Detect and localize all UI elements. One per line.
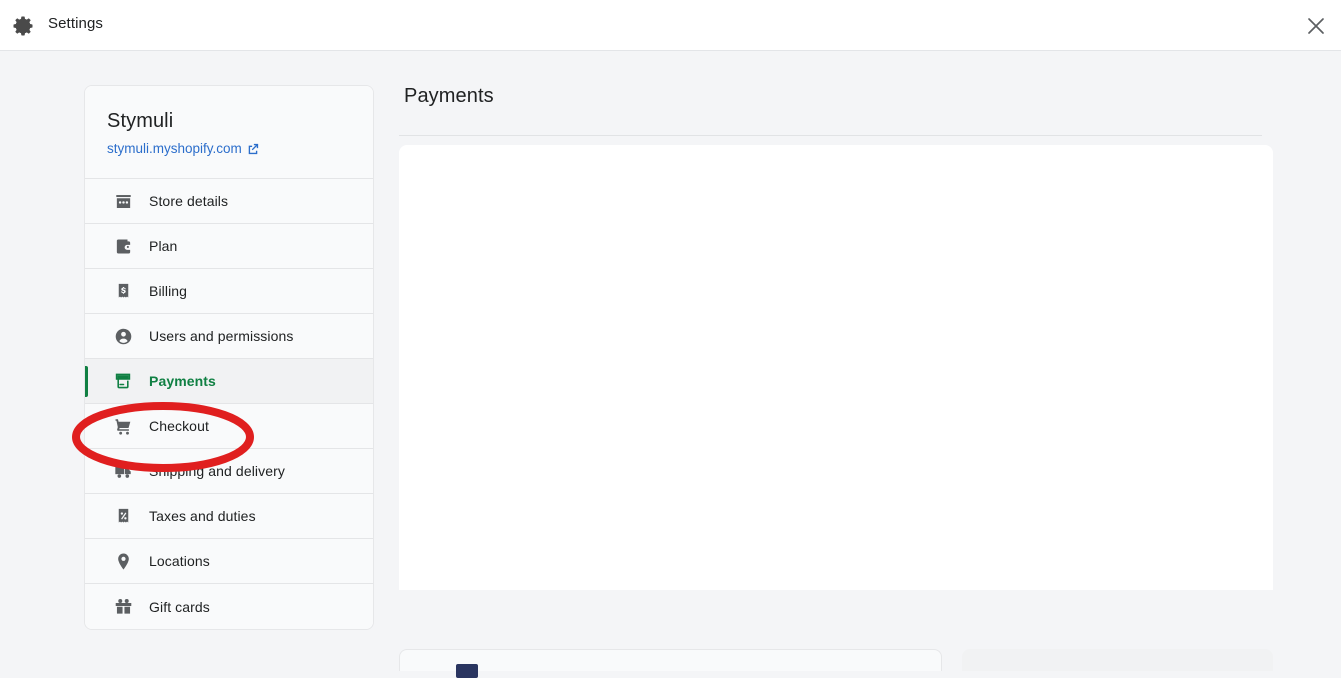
sidebar-item-payments[interactable]: Payments — [85, 359, 373, 404]
store-header: Stymuli stymuli.myshopify.com — [85, 86, 373, 179]
window-title: Settings — [48, 15, 103, 32]
sidebar-item-label: Billing — [149, 283, 188, 299]
title-divider — [399, 135, 1262, 136]
sidebar-item-label: Payments — [149, 373, 216, 389]
sidebar-item-checkout[interactable]: Checkout — [85, 404, 373, 449]
window-title-bar: Settings — [0, 0, 1341, 51]
page-title: Payments — [404, 85, 494, 107]
payment-provider-cards-row — [399, 649, 1273, 678]
close-icon[interactable] — [1299, 9, 1333, 43]
map-pin-icon — [113, 551, 133, 571]
sidebar-item-users-and-permissions[interactable]: Users and permissions — [85, 314, 373, 359]
sidebar-item-label: Taxes and duties — [149, 508, 256, 524]
external-link-icon — [247, 143, 259, 155]
storefront-icon — [113, 191, 133, 211]
sidebar-item-gift-cards[interactable]: Gift cards — [85, 584, 373, 629]
payments-content-card — [399, 145, 1273, 590]
sidebar-item-shipping-and-delivery[interactable]: Shipping and delivery — [85, 449, 373, 494]
receipt-dollar-icon — [113, 281, 133, 301]
sidebar-item-billing[interactable]: Billing — [85, 269, 373, 314]
sidebar-item-label: Gift cards — [149, 598, 210, 615]
payment-provider-card[interactable] — [399, 649, 942, 678]
settings-page: Stymuli stymuli.myshopify.com Store deta… — [0, 51, 1341, 678]
sidebar-item-label: Checkout — [149, 418, 209, 434]
store-name: Stymuli — [107, 110, 174, 132]
sidebar-item-store-details[interactable]: Store details — [85, 179, 373, 224]
sidebar-item-label: Users and permissions — [149, 328, 294, 344]
provider-logo-icon — [456, 664, 478, 678]
store-url-label: stymuli.myshopify.com — [107, 141, 242, 156]
payment-side-card[interactable] — [962, 649, 1273, 671]
sidebar-item-label: Locations — [149, 553, 210, 569]
delivery-truck-icon — [113, 461, 133, 481]
store-url-link[interactable]: stymuli.myshopify.com — [107, 141, 259, 156]
sidebar-item-locations[interactable]: Locations — [85, 539, 373, 584]
sidebar-item-plan[interactable]: Plan — [85, 224, 373, 269]
credit-card-icon — [113, 371, 133, 391]
settings-sidebar: Stymuli stymuli.myshopify.com Store deta… — [84, 85, 374, 630]
shopping-cart-icon — [113, 416, 133, 436]
settings-main-panel: Payments — [399, 85, 1273, 590]
receipt-percent-icon — [113, 506, 133, 526]
sidebar-item-taxes-and-duties[interactable]: Taxes and duties — [85, 494, 373, 539]
sidebar-item-label: Store details — [149, 193, 229, 209]
sidebar-item-label: Shipping and delivery — [149, 463, 285, 479]
user-circle-icon — [113, 326, 133, 346]
gift-icon — [113, 597, 133, 617]
gear-icon — [11, 14, 35, 38]
wallet-icon — [113, 236, 133, 256]
sidebar-item-label: Plan — [149, 238, 178, 254]
